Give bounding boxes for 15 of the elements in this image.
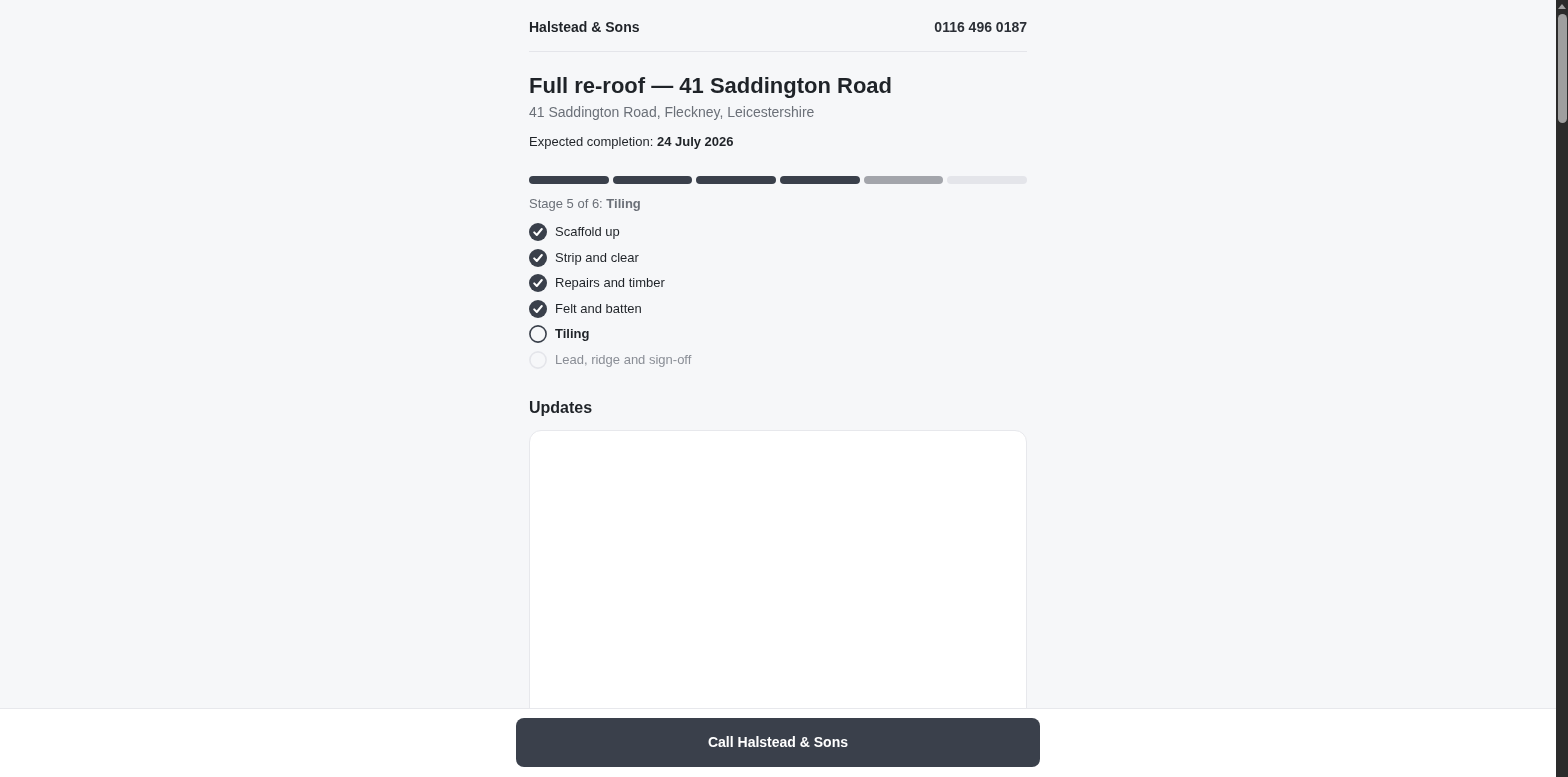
stage-name: Strip and clear — [555, 248, 639, 267]
updates-heading: Updates — [529, 397, 594, 418]
stage-name: Lead, ridge and sign-off — [555, 350, 692, 369]
job-title: Full re-roof — 41 Saddington Road — [529, 72, 893, 100]
phone-link[interactable]: 0116 496 0187 — [934, 17, 1027, 38]
company-name: Halstead & Sons — [529, 18, 640, 37]
expected-completion: Expected completion: 24 July 2026 — [529, 133, 735, 151]
call-button[interactable]: Call Halstead & Sons — [516, 718, 1040, 767]
stage-name: Scaffold up — [555, 223, 620, 241]
stage-name: Repairs and timber — [555, 274, 665, 293]
stage-name: Felt and batten — [555, 299, 642, 318]
job-address: 41 Saddington Road, Fleckney, Leicestershire — [529, 103, 816, 121]
stage-name: Tiling — [555, 325, 590, 344]
stage-label: Stage 5 of 6: Tiling — [529, 195, 642, 213]
scroll-up-arrow-icon — [1558, 4, 1566, 9]
